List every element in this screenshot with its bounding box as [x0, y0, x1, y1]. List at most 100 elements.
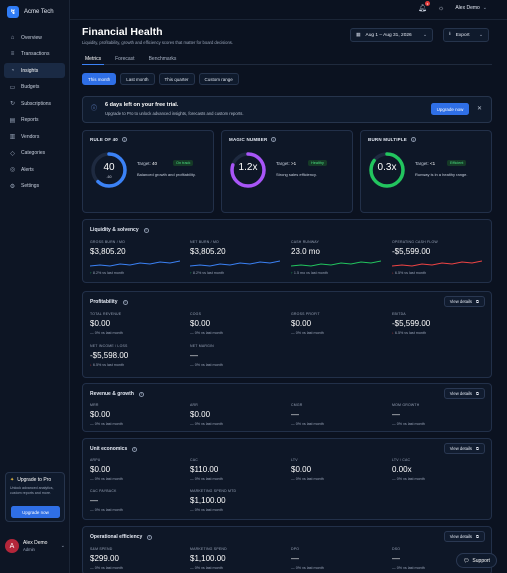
view-details-label: View details — [449, 299, 472, 304]
metric-ebitda: EBITDA -$5,599.00 ↓ 6.5% vs last month — [392, 312, 430, 335]
period-this-month[interactable]: This month — [82, 73, 117, 85]
sidebar-item-settings[interactable]: ⚙ Settings — [4, 179, 65, 194]
theme-toggle-sun-icon[interactable]: ☼ — [438, 5, 444, 12]
info-icon[interactable]: i — [411, 137, 417, 142]
dash-icon: — — [90, 508, 94, 512]
metric-change: 0% vs last month — [295, 477, 324, 481]
period-this-quarter[interactable]: This quarter — [158, 73, 195, 85]
target-label: Target: — [276, 161, 290, 166]
file-icon: ▤ — [9, 117, 16, 124]
metric-change: 0% vs last month — [94, 477, 123, 481]
sidebar-item-label: Categories — [21, 150, 46, 156]
metric-change: 0% vs last month — [194, 566, 223, 570]
info-icon[interactable]: i — [122, 137, 128, 142]
tab-metrics[interactable]: Metrics — [82, 54, 105, 65]
metric-arpu: ARPU $0.00 — 0% vs last month — [90, 458, 123, 481]
support-button[interactable]: 💬︎ Support — [456, 553, 497, 568]
info-icon[interactable]: i — [132, 446, 138, 452]
trial-upgrade-button[interactable]: Upgrade now — [431, 103, 469, 115]
metric-cac-payback: CAC PAYBACK — — 0% vs last month — [90, 489, 123, 512]
user-name: Alex Demo — [23, 540, 48, 546]
sidebar-upgrade-button[interactable]: Upgrade now — [11, 506, 60, 518]
chat-icon: 💬︎ — [463, 557, 470, 564]
sidebar-item-overview[interactable]: ⌂ Overview — [4, 30, 65, 45]
revenue-view-details-button[interactable]: View details ⧉ — [443, 388, 485, 399]
metric-value: $1,100.00 — [190, 554, 226, 563]
dash-icon: — — [190, 566, 194, 570]
arrow-down-icon: ↓ — [392, 331, 394, 335]
sidebar-item-vendors[interactable]: ▥ Vendors — [4, 129, 65, 144]
user-role: Admin — [23, 547, 35, 552]
metric-s-m-spend: S&M SPEND $299.00 — 0% vs last month — [90, 547, 123, 570]
score-title: MAGIC NUMBER — [229, 137, 268, 142]
top-user-menu[interactable]: Alex Demo ⌄ — [455, 5, 487, 11]
repeat-icon: ↻ — [9, 101, 16, 107]
close-icon[interactable]: ✕ — [477, 105, 482, 112]
metric-value: $3,805.20 — [90, 247, 126, 256]
profitability-view-details-button[interactable]: View details ⧉ — [443, 296, 485, 307]
sidebar-item-insights[interactable]: ◔ Insights — [4, 63, 65, 78]
target-value: 40 — [152, 161, 158, 166]
upgrade-title: Upgrade to Pro — [17, 477, 52, 483]
info-icon[interactable]: i — [271, 137, 277, 142]
tab-forecast[interactable]: Forecast — [112, 54, 137, 65]
wallet-icon: ▭ — [9, 84, 16, 91]
metric-label: MRR — [90, 403, 99, 407]
trial-title: 6 days left on your free trial. — [105, 102, 179, 108]
info-icon[interactable]: i — [138, 391, 144, 397]
external-link-icon: ⧉ — [476, 446, 479, 451]
revenue-card: Revenue & growth i View details ⧉ MRR $0.… — [82, 383, 492, 432]
sidebar-item-categories[interactable]: ◇ Categories — [4, 146, 65, 161]
chevron-down-icon: ⌄ — [482, 5, 487, 11]
user-menu[interactable]: A Alex Demo Admin ⌄ — [5, 539, 65, 553]
metric-cmgr: CMGR — — 0% vs last month — [291, 403, 324, 426]
unit-view-details-button[interactable]: View details ⧉ — [443, 443, 485, 454]
profitability-title: Profitability — [90, 299, 118, 305]
sidebar-item-transactions[interactable]: ≡ Transactions — [4, 47, 65, 62]
score-card-rule-of-40: RULE OF 40 i 40 -60 Target: 40 On track Balanc… — [82, 130, 214, 213]
sidebar-item-label: Transactions — [21, 51, 50, 57]
period-custom-range[interactable]: Custom range — [198, 73, 239, 85]
dash-icon: — — [190, 477, 194, 481]
info-icon[interactable]: i — [143, 227, 149, 233]
score-description: Balanced growth and profitability. — [137, 172, 196, 177]
calendar-icon: ▦ — [356, 32, 361, 38]
sparkline-path — [90, 260, 180, 267]
period-last-month[interactable]: Last month — [120, 73, 155, 85]
operational-view-details-button[interactable]: View details ⧉ — [443, 531, 485, 542]
sidebar-upgrade-card: ✦ Upgrade to Pro Unlock advanced analyti… — [5, 472, 65, 522]
metric-change: 0% vs last month — [194, 363, 223, 367]
info-icon[interactable]: i — [147, 534, 153, 540]
sidebar-item-label: Vendors — [21, 133, 40, 140]
date-range-picker[interactable]: ▦ Aug 1 – Aug 31, 2026 ⌄ — [350, 28, 433, 42]
metric-mrr: MRR $0.00 — 0% vs last month — [90, 403, 123, 426]
metric-marketing-spend: MARKETING SPEND $1,100.00 — 0% vs last mon… — [190, 547, 227, 570]
metric-label: LTV / CAC — [392, 458, 411, 462]
dash-icon: — — [392, 477, 396, 481]
dash-icon: — — [190, 422, 194, 426]
export-button[interactable]: ⭳ Export ⌄ — [443, 28, 489, 42]
score-value: 0.3x — [377, 162, 397, 173]
score-description: Strong sales efficiency. — [276, 172, 317, 177]
tab-benchmarks[interactable]: Benchmarks — [146, 54, 180, 65]
metric-value: 0.00x — [392, 465, 412, 474]
export-label: Export — [455, 32, 470, 38]
unit-economics-title: Unit economics — [90, 446, 128, 452]
arrow-up-icon: ↑ — [291, 271, 293, 275]
sidebar-item-subscriptions[interactable]: ↻ Subscriptions — [4, 96, 65, 111]
sidebar-item-alerts[interactable]: ◎ Alerts — [4, 162, 65, 177]
chevron-down-icon: ⌄ — [422, 32, 427, 38]
metric-value: $0.00 — [291, 465, 312, 474]
info-icon[interactable]: i — [122, 299, 128, 305]
support-label: Support — [472, 557, 490, 564]
sidebar-item-reports[interactable]: ▤ Reports — [4, 113, 65, 128]
external-link-icon: ⧉ — [476, 534, 479, 539]
brand[interactable]: ↯ Acme Tech — [7, 6, 54, 18]
dash-icon: — — [90, 422, 94, 426]
metric-label: GROSS PROFIT — [291, 312, 320, 316]
sidebar-item-budgets[interactable]: ▭ Budgets — [4, 80, 65, 95]
notifications-bell-icon[interactable]: 🔔︎ 3 — [418, 1, 430, 12]
metric-label: S&M SPEND — [90, 547, 113, 551]
metric-value: $0.00 — [90, 319, 111, 328]
metric-change: 0% vs last month — [295, 422, 324, 426]
